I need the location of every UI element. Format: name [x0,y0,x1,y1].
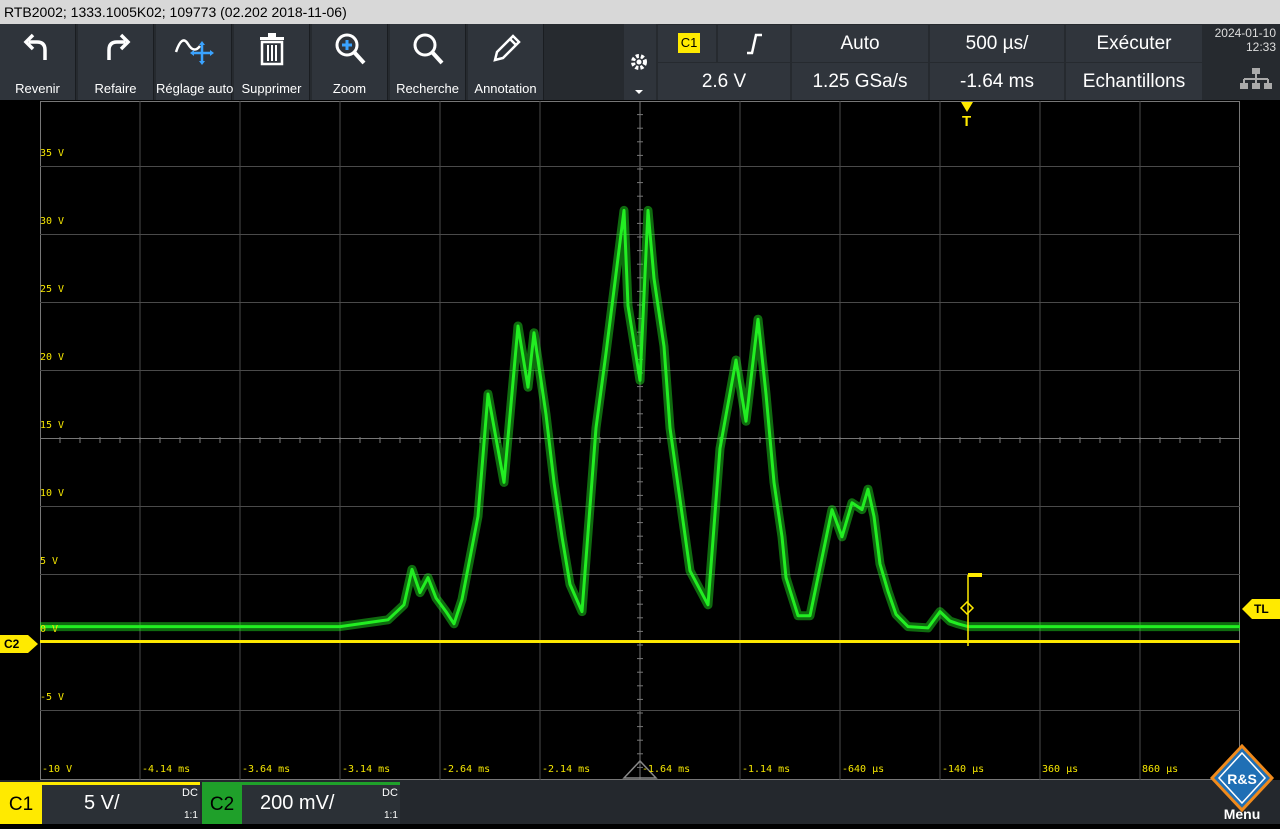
x-tick-label: -1.14 ms [742,764,791,775]
x-tick-label: -4.14 ms [142,764,191,775]
overlay [622,573,982,779]
channel-2-ratio: 1:1 [384,810,398,821]
redo-button[interactable]: Refaire [78,24,154,100]
autoset-label: Réglage auto [156,81,234,96]
channel-1-coupling: DC [182,787,198,799]
trigger-level-label: TL [1254,602,1269,616]
time: 12:33 [1245,40,1276,54]
y-tick-label: 30 V [40,216,65,227]
x-tick-label: 860 µs [1142,764,1179,775]
search-button[interactable]: Recherche [390,24,466,100]
waveform-plot[interactable] [39,100,1241,780]
y-tick-label: 0 V [40,624,59,635]
annotation-label: Annotation [474,81,537,96]
trigger-slope-button[interactable] [718,25,790,62]
redo-icon [106,33,130,60]
y-tick-label: -5 V [40,692,65,703]
undo-icon [23,33,47,60]
y-tick-label: 15 V [40,420,65,431]
trigger-mode[interactable]: Auto [792,25,928,62]
zoom-icon [335,33,365,65]
search-label: Recherche [396,81,459,96]
waveform-display[interactable]: 35 V 30 V 25 V 20 V 15 V 10 V 5 V 0 V -5 V -10 V… [39,100,1241,780]
zoom-label: Zoom [332,81,367,96]
trash-icon [259,33,284,66]
delete-button[interactable]: Supprimer [234,24,310,100]
trigger-level[interactable]: 2.6 V [658,63,790,100]
timebase[interactable]: 500 µs/ [930,25,1064,62]
undo-button[interactable]: Revenir [0,24,76,100]
y-tick-label: 20 V [40,352,65,363]
run-button[interactable]: Exécuter [1066,25,1202,62]
channel-2-box[interactable]: C2 200 mV/ DC 1:1 [202,782,400,824]
menu-label: Menu [1223,806,1261,822]
autoset-icon [174,39,214,65]
annotation-button[interactable]: Annotation [468,24,544,100]
channel-1-scale: 5 V/ [84,792,120,814]
gear-icon [631,54,647,94]
x-tick-label: -2.14 ms [542,764,591,775]
x-tick-label: -1.64 ms [642,764,691,775]
datetime: 2024-01-10 12:33 [1206,26,1276,54]
autoset-button[interactable]: Réglage auto [156,24,234,100]
trigger-level-tick [968,573,982,577]
pencil-icon [492,34,521,62]
y-tick-label: 35 V [40,148,65,159]
channel-1-box[interactable]: C1 5 V/ DC 1:1 [0,782,200,824]
sample-rate[interactable]: 1.25 GSa/s [792,63,928,100]
trigger-point-icon [959,600,975,616]
horizontal-position[interactable]: -1.64 ms [930,63,1064,100]
channel-1-ratio: 1:1 [184,810,198,821]
trigger-source-badge[interactable]: C1 [678,33,700,53]
redo-label: Refaire [94,81,137,96]
rising-edge-icon [747,33,762,55]
x-tick-label: -140 µs [942,764,985,775]
x-tick-label: -3.14 ms [342,764,391,775]
search-icon [413,33,443,65]
svg-text:R&S: R&S [1227,771,1257,787]
y-tick-label: 25 V [40,284,65,295]
x-tick-label: -640 µs [842,764,885,775]
y-tick-label: 10 V [40,488,65,499]
channel-2-coupling: DC [382,787,398,799]
x-tick-label: -3.64 ms [242,764,291,775]
window-title: RTB2002; 1333.1005K02; 109773 (02.202 20… [0,0,1280,24]
x-tick-label: 360 µs [1042,764,1079,775]
zoom-button[interactable]: Zoom [312,24,388,100]
channel-2-scale: 200 mV/ [260,792,335,814]
undo-label: Revenir [15,81,60,96]
network-icon [1240,68,1272,89]
trigger-marker-label: T [962,113,972,130]
acquisition-mode[interactable]: Echantillons [1066,63,1202,100]
channel-2-name: C2 [202,785,242,824]
delete-label: Supprimer [241,81,302,96]
y-tick-label: 5 V [40,556,59,567]
menu-button[interactable]: R&S Menu [1208,743,1276,829]
c2-marker-label: C2 [4,637,20,651]
x-tick-label: -2.64 ms [442,764,491,775]
grid [39,100,1241,780]
x-tick-label: -10 V [42,764,73,775]
date: 2024-01-10 [1214,26,1276,40]
channel-1-name: C1 [0,785,42,824]
settings-button[interactable] [624,24,656,100]
